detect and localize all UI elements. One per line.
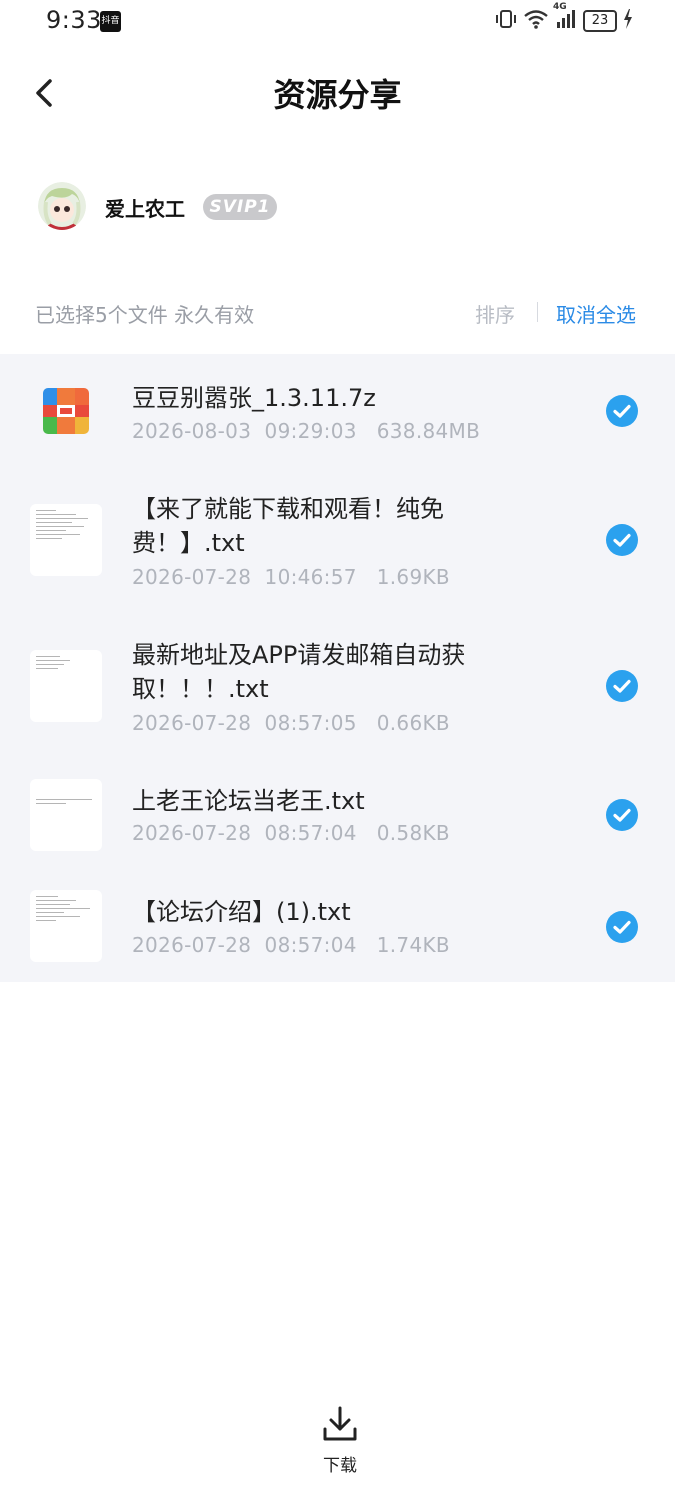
- battery-icon: 23: [583, 10, 617, 32]
- file-meta: 2026-07-28 08:57:04 0.58KB: [132, 821, 450, 845]
- status-bar: 9:33 抖音 4G 23: [0, 0, 675, 44]
- file-row[interactable]: 【论坛介绍】(1).txt 2026-07-28 08:57:04 1.74KB: [0, 874, 675, 982]
- checkbox-checked-icon[interactable]: [606, 670, 638, 702]
- file-meta: 2026-08-03 09:29:03 638.84MB: [132, 419, 481, 443]
- notification-app-icon: 抖音: [100, 11, 121, 32]
- username: 爱上农工: [105, 197, 185, 221]
- cellular-signal-icon: 4G: [553, 2, 577, 34]
- file-name: 上老王论坛当老王.txt: [132, 787, 365, 815]
- checkbox-checked-icon[interactable]: [606, 524, 638, 556]
- file-list: 豆豆别嚣张_1.3.11.7z 2026-08-03 09:29:03 638.…: [0, 354, 675, 982]
- file-name: 【来了就能下载和观看！纯免费！】.txt: [132, 495, 444, 557]
- file-row[interactable]: 上老王论坛当老王.txt 2026-07-28 08:57:04 0.58KB: [0, 768, 675, 874]
- file-meta: 2026-07-28 10:46:57 1.69KB: [132, 565, 450, 589]
- file-row[interactable]: 【来了就能下载和观看！纯免费！】.txt 2026-07-28 10:46:57…: [0, 472, 675, 622]
- charging-icon: [623, 9, 633, 33]
- file-row[interactable]: 最新地址及APP请发邮箱自动获取！！！.txt 2026-07-28 08:57…: [0, 622, 675, 768]
- cancel-select-all-button[interactable]: 取消全选: [556, 299, 636, 328]
- vip-badge: SVIP1: [203, 194, 277, 220]
- selection-info: 已选择5个文件 永久有效: [35, 303, 255, 327]
- archive-file-icon: [43, 388, 89, 434]
- checkbox-checked-icon[interactable]: [606, 799, 638, 831]
- text-file-thumbnail-icon: [30, 890, 102, 962]
- download-button[interactable]: 下载: [317, 1405, 363, 1476]
- text-file-thumbnail-icon: [30, 650, 102, 722]
- sort-button[interactable]: 排序: [475, 299, 515, 328]
- file-name: 豆豆别嚣张_1.3.11.7z: [132, 384, 376, 412]
- file-name: 【论坛介绍】(1).txt: [132, 898, 351, 926]
- vibrate-icon: [495, 8, 517, 34]
- wifi-icon: [523, 8, 549, 34]
- file-meta: 2026-07-28 08:57:04 1.74KB: [132, 933, 450, 957]
- checkbox-checked-icon[interactable]: [606, 911, 638, 943]
- file-name: 最新地址及APP请发邮箱自动获取！！！.txt: [132, 641, 466, 703]
- download-label: 下载: [323, 1456, 357, 1476]
- checkbox-checked-icon[interactable]: [606, 395, 638, 427]
- download-icon: [323, 1406, 357, 1441]
- status-icons: 4G 23: [495, 2, 633, 34]
- file-row[interactable]: 豆豆别嚣张_1.3.11.7z 2026-08-03 09:29:03 638.…: [0, 354, 675, 472]
- page-title: 资源分享: [273, 76, 402, 114]
- divider: [537, 302, 538, 322]
- text-file-thumbnail-icon: [30, 779, 102, 851]
- network-type-label: 4G: [553, 2, 567, 12]
- avatar[interactable]: [38, 182, 86, 230]
- status-time: 9:33: [46, 6, 102, 34]
- file-meta: 2026-07-28 08:57:05 0.66KB: [132, 711, 450, 735]
- text-file-thumbnail-icon: [30, 504, 102, 576]
